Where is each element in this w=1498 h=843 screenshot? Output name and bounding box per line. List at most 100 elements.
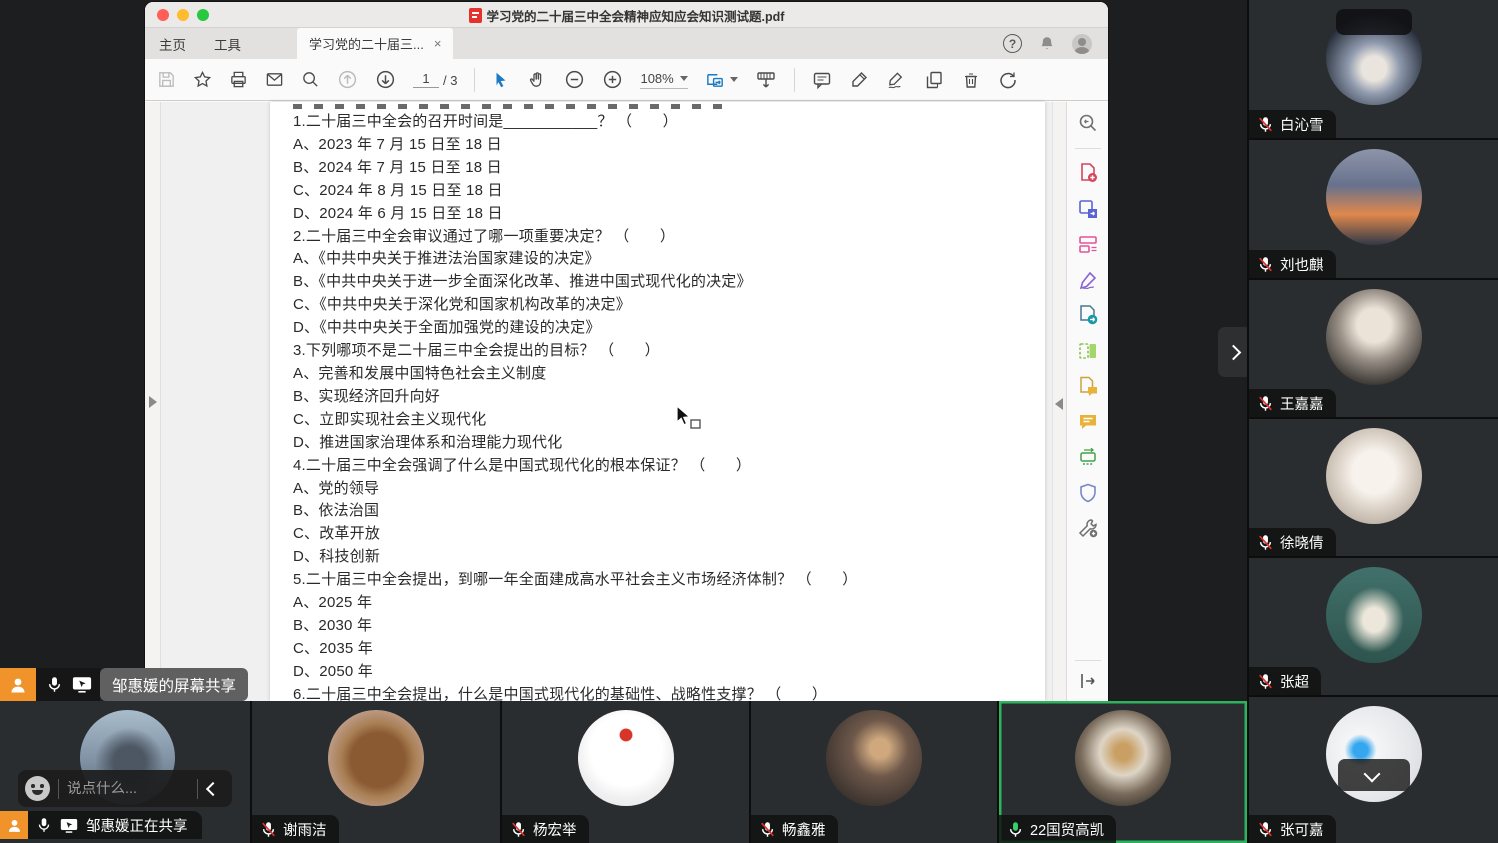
tab-document[interactable]: 学习党的二十届三... ×: [297, 28, 453, 59]
scan-ocr-icon[interactable]: [1077, 446, 1099, 468]
screen-share-icon: [60, 818, 78, 833]
pdf-text-line: 4.二十届三中全会强调了什么是中国式现代化的根本保证？ （ ）: [293, 455, 1025, 478]
participant-tile[interactable]: 谢雨洁: [252, 701, 500, 843]
active-speaker-tile[interactable]: 22国贸高凯: [999, 701, 1247, 843]
participant-name-label: 王嘉嘉: [1249, 389, 1336, 417]
organize-pages-icon[interactable]: [1077, 233, 1099, 255]
participant-tile[interactable]: 张超: [1249, 558, 1498, 695]
edit-pdf-icon[interactable]: [1077, 340, 1099, 362]
avatar: [1326, 149, 1422, 245]
sign-icon[interactable]: [886, 70, 907, 90]
previous-page-icon[interactable]: [337, 69, 358, 90]
pdf-text-line: B、2030 年: [293, 615, 1025, 638]
sharer-avatar: [0, 811, 28, 839]
zoom-in-icon[interactable]: [602, 69, 623, 90]
zoom-level-dropdown[interactable]: 108%: [640, 71, 687, 89]
scrollbar[interactable]: [1052, 102, 1066, 701]
export-pdf-icon[interactable]: [1077, 198, 1099, 220]
left-panel-strip: [145, 102, 161, 701]
send-for-review-icon[interactable]: [1077, 304, 1099, 326]
pdf-text-line: D、推进国家治理体系和治理能力现代化: [293, 432, 1025, 455]
email-icon[interactable]: [265, 70, 284, 89]
page-total: / 3: [443, 73, 457, 88]
collapse-chat-icon[interactable]: [206, 781, 220, 795]
tab-document-label: 学习党的二十届三...: [309, 34, 424, 53]
mic-muted-icon: [1257, 673, 1274, 690]
highlight-icon[interactable]: [849, 70, 869, 90]
tab-bar: 主页 工具 学习党的二十届三... × ?: [145, 28, 1108, 59]
fill-sign-icon[interactable]: [1077, 269, 1099, 291]
pdf-text-line: A、完善和发展中国特色社会主义制度: [293, 363, 1025, 386]
tab-tools[interactable]: 工具: [200, 28, 255, 59]
participant-name-label: 刘也麒: [1249, 250, 1336, 278]
expand-tools-panel-icon[interactable]: [1078, 671, 1098, 691]
pdf-text-line: D、2024 年 6 月 15 日至 18 日: [293, 203, 1025, 226]
participant-tile[interactable]: 刘也麒: [1249, 140, 1498, 278]
select-tool-icon[interactable]: [492, 71, 510, 89]
rotate-icon[interactable]: [998, 70, 1018, 90]
account-avatar-icon[interactable]: [1072, 34, 1092, 54]
star-icon[interactable]: [193, 70, 212, 89]
self-tile[interactable]: 邹惠媛正在共享: [0, 701, 250, 843]
mouse-cursor: [676, 405, 704, 431]
pdf-window: 学习党的二十届三中全会精神应知应会知识测试题.pdf 主页 工具 学习党的二十届…: [145, 2, 1108, 701]
participant-tile[interactable]: 王嘉嘉: [1249, 280, 1498, 417]
participant-name-label: 畅鑫雅: [751, 815, 838, 843]
expand-left-panel-icon[interactable]: [149, 396, 157, 408]
emoji-icon[interactable]: [25, 776, 50, 801]
create-pdf-icon[interactable]: [1077, 162, 1099, 184]
tab-close-icon[interactable]: ×: [434, 36, 442, 51]
participant-tile[interactable]: 张可嘉: [1249, 697, 1498, 843]
participant-tile[interactable]: 白沁雪: [1249, 0, 1498, 138]
hand-tool-icon[interactable]: [527, 70, 547, 90]
mic-muted-icon: [510, 821, 527, 838]
next-page-icon[interactable]: [375, 69, 396, 90]
participant-tile[interactable]: 徐晓倩: [1249, 419, 1498, 556]
avatar: [1326, 567, 1422, 663]
clipped-text-line: [293, 104, 723, 109]
stamp-icon[interactable]: [924, 70, 944, 90]
chat-input[interactable]: [59, 781, 197, 797]
chevron-down-icon: [1363, 766, 1380, 783]
fit-width-icon[interactable]: [705, 69, 738, 90]
mic-on-icon: [46, 676, 63, 693]
protect-icon[interactable]: [1077, 482, 1099, 504]
page-number-input[interactable]: 1: [413, 71, 439, 88]
avatar: [826, 710, 922, 806]
participant-tile[interactable]: 杨宏举: [502, 701, 749, 843]
pdf-text-line: 6.二十届三中全会提出，什么是中国式现代化的基础性、战略性支撑？ （ ）: [293, 684, 1025, 701]
comment-tool-icon[interactable]: [1077, 411, 1099, 433]
sidebar-toggle-button[interactable]: [1218, 327, 1247, 377]
pdf-text-line: C、2035 年: [293, 638, 1025, 661]
share-banner-label: 邹惠媛的屏幕共享: [100, 668, 248, 701]
combine-files-icon[interactable]: [1077, 375, 1099, 397]
tab-home[interactable]: 主页: [145, 28, 200, 59]
search-tool-icon[interactable]: [1077, 112, 1099, 134]
save-icon[interactable]: [157, 70, 176, 89]
bell-icon[interactable]: [1038, 35, 1056, 53]
page-display-icon[interactable]: [755, 69, 777, 91]
pdf-text-line: C、《中共中央关于深化党和国家机构改革的决定》: [293, 294, 1025, 317]
scroll-down-button[interactable]: [1338, 759, 1410, 791]
chat-bar[interactable]: [18, 770, 232, 807]
mic-on-icon: [36, 817, 52, 833]
avatar: [1326, 289, 1422, 385]
screen-share-view: 学习党的二十届三中全会精神应知应会知识测试题.pdf 主页 工具 学习党的二十届…: [0, 0, 1247, 701]
mic-muted-icon: [1257, 395, 1274, 412]
find-icon[interactable]: [301, 70, 320, 89]
participant-tile[interactable]: 畅鑫雅: [751, 701, 997, 843]
help-icon[interactable]: ?: [1003, 34, 1022, 53]
pdf-text-line: D、2050 年: [293, 661, 1025, 684]
page-indicator: 1 / 3: [413, 71, 457, 88]
more-tools-icon[interactable]: [1077, 517, 1099, 539]
participant-name-label: 白沁雪: [1249, 110, 1336, 138]
collapse-tools-panel-icon[interactable]: [1055, 398, 1063, 410]
pdf-toolbar: 1 / 3 108%: [145, 59, 1108, 101]
comment-icon[interactable]: [812, 70, 832, 90]
zoom-out-icon[interactable]: [564, 69, 585, 90]
delete-icon[interactable]: [961, 70, 981, 90]
print-icon[interactable]: [229, 70, 248, 89]
participant-name-label: 徐晓倩: [1249, 528, 1336, 556]
mic-muted-icon: [1257, 256, 1274, 273]
screen-share-banner: 邹惠媛的屏幕共享: [0, 668, 248, 701]
